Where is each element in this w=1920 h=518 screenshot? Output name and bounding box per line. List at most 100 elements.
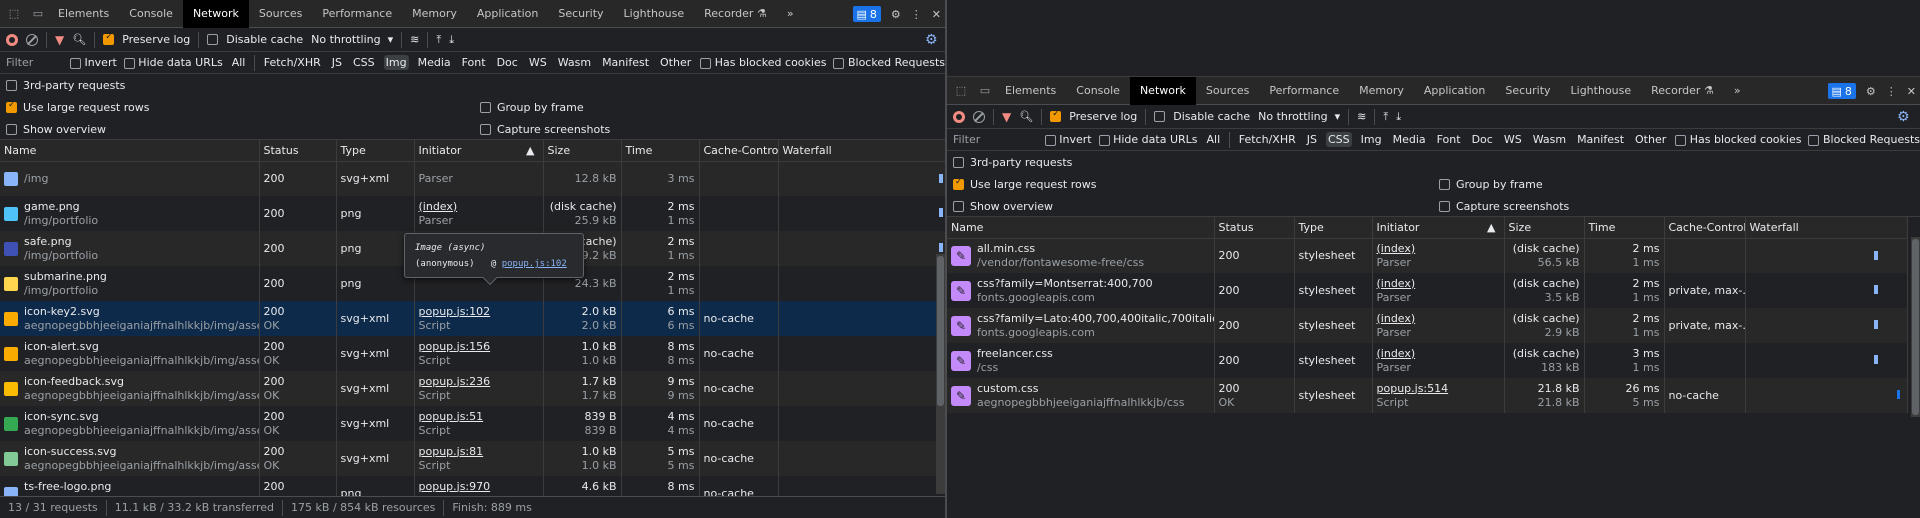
- throttling-select[interactable]: No throttling ▾: [311, 33, 393, 46]
- third-party-option[interactable]: 3rd-party requests: [0, 74, 945, 96]
- preserve-log-checkbox[interactable]: [103, 32, 115, 45]
- column-name[interactable]: Name: [0, 140, 260, 162]
- more-tabs-icon[interactable]: »: [777, 0, 804, 28]
- initiator-link[interactable]: (index): [419, 200, 539, 214]
- hide-data-urls-checkbox[interactable]: [1098, 134, 1110, 146]
- initiator-link[interactable]: popup.js:156: [419, 340, 539, 354]
- type-filter-font[interactable]: Font: [1435, 132, 1463, 147]
- type-filter-font[interactable]: Font: [460, 55, 488, 70]
- tab-sources[interactable]: Sources: [249, 0, 313, 28]
- tab-application[interactable]: Application: [467, 0, 548, 28]
- blocked-requests-checkbox[interactable]: [833, 57, 845, 69]
- close-icon[interactable]: ✕: [932, 8, 941, 21]
- invert-checkbox[interactable]: [1044, 134, 1056, 146]
- show-overview-option[interactable]: Show overview: [0, 118, 945, 140]
- show-overview-checkbox[interactable]: [953, 200, 964, 212]
- type-filter-other[interactable]: Other: [658, 55, 693, 70]
- initiator-link[interactable]: popup.js:81: [419, 445, 539, 459]
- column-cache-control[interactable]: Cache-Control: [1664, 217, 1746, 239]
- invert-checkbox[interactable]: [69, 57, 81, 69]
- vertical-scrollbar[interactable]: [1911, 237, 1920, 417]
- clear-icon[interactable]: [973, 110, 985, 123]
- type-filter-manifest[interactable]: Manifest: [600, 55, 651, 70]
- tab-console[interactable]: Console: [1066, 77, 1130, 105]
- column-time[interactable]: Time: [1584, 217, 1665, 239]
- invert-option[interactable]: Invert: [1044, 133, 1092, 146]
- table-row[interactable]: game.png/img/portfolio 200 png (index) Parse…: [0, 196, 945, 231]
- third-party-checkbox[interactable]: [6, 79, 17, 91]
- close-icon[interactable]: ✕: [1907, 85, 1916, 98]
- tab-elements[interactable]: Elements: [995, 77, 1066, 105]
- tab-sources[interactable]: Sources: [1196, 77, 1260, 105]
- vertical-scrollbar[interactable]: [936, 254, 945, 494]
- filter-input[interactable]: Filter: [947, 131, 1038, 149]
- hide-data-urls-option[interactable]: Hide data URLs: [1098, 133, 1198, 146]
- record-icon[interactable]: [953, 110, 965, 123]
- settings-gear-icon[interactable]: ⚙: [1866, 85, 1876, 98]
- type-filter-css[interactable]: CSS: [351, 55, 377, 70]
- import-har-icon[interactable]: ⤒: [1383, 110, 1388, 124]
- third-party-checkbox[interactable]: [953, 156, 964, 168]
- has-blocked-cookies-checkbox[interactable]: [700, 57, 712, 69]
- type-filter-doc[interactable]: Doc: [1470, 132, 1495, 147]
- inspect-element-icon[interactable]: ⬚: [951, 81, 971, 101]
- has-blocked-cookies-checkbox[interactable]: [1675, 134, 1687, 146]
- group-by-frame-checkbox[interactable]: [1439, 178, 1450, 190]
- type-filter-img[interactable]: Img: [383, 55, 409, 70]
- large-rows-option[interactable]: Use large request rows: [0, 96, 945, 118]
- table-row[interactable]: ✎ freelancer.css/css 200 stylesheet (index) P…: [947, 343, 1908, 378]
- table-row[interactable]: ✎ css?family=Montserrat:400,700 fonts.goog…: [947, 273, 1908, 308]
- column-size[interactable]: Size: [543, 140, 622, 162]
- search-icon[interactable]: 🔍︎: [1019, 110, 1033, 123]
- show-overview-checkbox[interactable]: [6, 123, 17, 135]
- blocked-requests-checkbox[interactable]: [1808, 134, 1820, 146]
- type-filter-all[interactable]: All: [230, 55, 248, 70]
- filter-funnel-icon[interactable]: ▼: [55, 33, 64, 47]
- tab-recorder[interactable]: Recorder ⚗: [694, 0, 777, 28]
- capture-screenshots-option[interactable]: Capture screenshots: [1439, 195, 1569, 217]
- column-initiator[interactable]: Initiator ▲: [414, 140, 544, 162]
- table-row[interactable]: icon-feedback.svg aegnopegbbhjeeiganiajff…: [0, 371, 945, 406]
- column-name[interactable]: Name: [947, 217, 1215, 239]
- throttling-select[interactable]: No throttling ▾: [1258, 110, 1340, 123]
- tab-security[interactable]: Security: [548, 0, 613, 28]
- tab-recorder[interactable]: Recorder ⚗: [1641, 77, 1724, 105]
- table-row[interactable]: icon-success.svg aegnopegbbhjeeiganiajffn…: [0, 441, 945, 476]
- initiator-link[interactable]: (index): [1377, 242, 1500, 256]
- type-filter-ws[interactable]: WS: [527, 55, 549, 70]
- network-conditions-icon[interactable]: ≋: [410, 33, 419, 46]
- more-options-icon[interactable]: ⋮: [911, 8, 922, 21]
- has-blocked-cookies-option[interactable]: Has blocked cookies: [1675, 133, 1801, 146]
- initiator-link[interactable]: popup.js:102: [419, 305, 539, 319]
- show-overview-option[interactable]: Show overview: [947, 195, 1920, 217]
- type-filter-fetch-xhr[interactable]: Fetch/XHR: [1237, 132, 1298, 147]
- type-filter-media[interactable]: Media: [1391, 132, 1428, 147]
- table-row[interactable]: icon-sync.svg aegnopegbbhjeeiganiajffnalh…: [0, 406, 945, 441]
- table-row[interactable]: /img 200 svg+xml Parser 12.8 kB 3 ms: [0, 161, 945, 196]
- more-options-icon[interactable]: ⋮: [1886, 85, 1897, 98]
- type-filter-all[interactable]: All: [1205, 132, 1223, 147]
- type-filter-css[interactable]: CSS: [1325, 132, 1352, 147]
- initiator-link[interactable]: popup.js:51: [419, 410, 539, 424]
- device-toolbar-icon[interactable]: ▭: [28, 4, 48, 24]
- capture-screenshots-option[interactable]: Capture screenshots: [480, 118, 610, 140]
- column-type[interactable]: Type: [336, 140, 415, 162]
- tab-lighthouse[interactable]: Lighthouse: [614, 0, 695, 28]
- third-party-option[interactable]: 3rd-party requests: [947, 151, 1920, 173]
- scrollbar-thumb[interactable]: [937, 256, 944, 406]
- type-filter-js[interactable]: JS: [330, 55, 344, 70]
- type-filter-js[interactable]: JS: [1305, 132, 1319, 147]
- tab-network[interactable]: Network: [1129, 76, 1196, 105]
- clear-icon[interactable]: [26, 33, 38, 46]
- type-filter-wasm[interactable]: Wasm: [1531, 132, 1568, 147]
- table-row[interactable]: ✎ custom.css aegnopegbbhjeeiganiajffnalhlk…: [947, 378, 1908, 413]
- issues-badge[interactable]: ▤ 8: [852, 6, 881, 22]
- tab-memory[interactable]: Memory: [402, 0, 467, 28]
- tab-console[interactable]: Console: [119, 0, 183, 28]
- initiator-link[interactable]: popup.js:970: [419, 480, 539, 494]
- type-filter-img[interactable]: Img: [1359, 132, 1384, 147]
- type-filter-wasm[interactable]: Wasm: [556, 55, 593, 70]
- type-filter-fetch-xhr[interactable]: Fetch/XHR: [262, 55, 323, 70]
- tab-elements[interactable]: Elements: [48, 0, 119, 28]
- filter-input[interactable]: Filter: [0, 54, 63, 72]
